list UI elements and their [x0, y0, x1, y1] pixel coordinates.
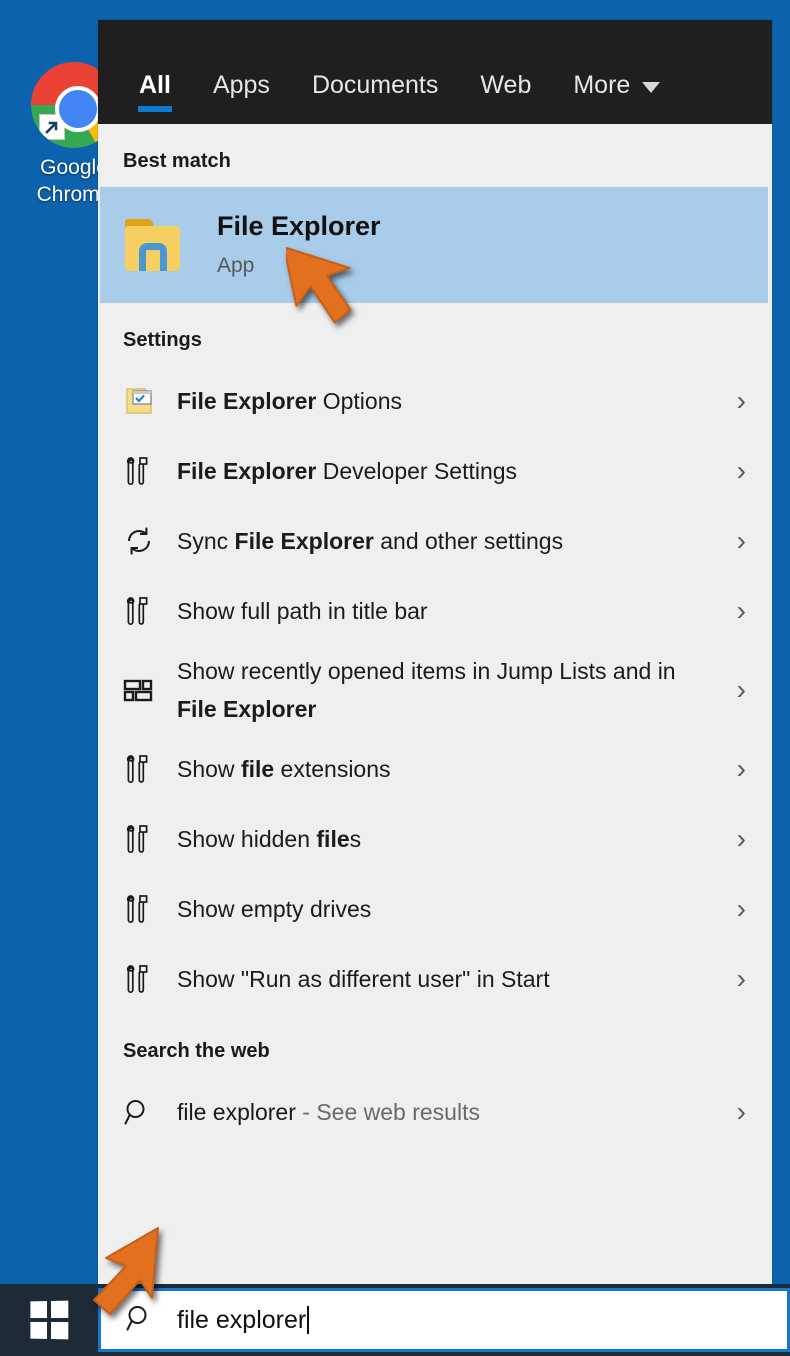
tools-icon — [123, 823, 163, 855]
section-header-settings: Settings — [123, 329, 202, 351]
tools-icon — [123, 893, 163, 925]
result-label-rest: Options — [316, 388, 402, 414]
best-match-title: File Explorer — [217, 211, 381, 242]
result-sync-file-explorer-settings[interactable]: Sync File Explorer and other settings › — [98, 506, 772, 576]
result-label-bold: File Explorer — [234, 528, 374, 554]
file-explorer-options-icon — [123, 385, 163, 417]
start-search-panel: All Apps Documents Web More Best match F… — [98, 20, 772, 1289]
result-label-query: file explorer — [177, 1099, 296, 1125]
result-label: Show recently opened items in Jump Lists… — [163, 652, 722, 728]
result-show-empty-drives[interactable]: Show empty drives › — [98, 874, 772, 944]
chevron-right-icon[interactable]: › — [722, 527, 746, 555]
taskbar: file explorer — [0, 1284, 790, 1356]
tab-apps-label: Apps — [212, 71, 270, 99]
best-match-text: File Explorer App — [217, 211, 381, 278]
chevron-right-icon[interactable]: › — [722, 755, 746, 783]
tab-web[interactable]: Web — [459, 73, 552, 124]
chevron-right-icon[interactable]: › — [722, 597, 746, 625]
result-label-pre: Sync — [177, 528, 235, 554]
windows-logo-icon — [30, 1300, 69, 1340]
start-button[interactable] — [0, 1284, 98, 1356]
result-label-pre: Show recently opened items in Jump Lists… — [177, 658, 676, 684]
result-search-the-web-file-explorer[interactable]: file explorer - See web results › — [98, 1077, 772, 1147]
result-label-pre: Show full path in title bar — [177, 598, 428, 624]
result-file-explorer-options[interactable]: File Explorer Options › — [98, 366, 772, 436]
result-show-recently-opened-items[interactable]: Show recently opened items in Jump Lists… — [98, 646, 772, 734]
chevron-down-icon — [642, 81, 661, 93]
file-explorer-folder-icon — [123, 219, 185, 271]
chevron-right-icon[interactable]: › — [722, 965, 746, 993]
tab-web-label: Web — [480, 71, 532, 99]
tab-more-label: More — [573, 71, 631, 99]
chevron-right-icon[interactable]: › — [722, 387, 746, 415]
taskbar-search-value-wrap: file explorer — [177, 1305, 310, 1335]
result-best-match-file-explorer[interactable]: File Explorer App — [100, 187, 768, 303]
chevron-right-icon[interactable]: › — [722, 457, 746, 485]
result-label: Show hidden files — [163, 820, 722, 858]
best-match-subtitle: App — [217, 253, 255, 277]
result-label-rest: s — [349, 826, 362, 852]
taskbar-search-input[interactable]: file explorer — [98, 1288, 790, 1352]
result-label-bold: File Explorer — [177, 458, 317, 484]
result-label-bold: file — [240, 756, 275, 782]
chevron-right-icon[interactable]: › — [722, 895, 746, 923]
tools-icon — [123, 753, 163, 785]
sync-icon — [123, 525, 163, 557]
search-icon — [123, 1097, 163, 1127]
result-show-full-path-in-title-bar[interactable]: Show full path in title bar › — [98, 576, 772, 646]
result-label-muted: - See web results — [295, 1099, 480, 1125]
result-label: File Explorer Options — [163, 382, 722, 420]
jump-list-icon — [123, 675, 163, 705]
tools-icon — [123, 595, 163, 627]
section-header-best-match: Best match — [123, 150, 231, 172]
result-label-bold: File Explorer — [177, 388, 317, 414]
result-label: Show full path in title bar — [163, 592, 722, 630]
chevron-right-icon[interactable]: › — [722, 1098, 746, 1126]
search-filter-tabs: All Apps Documents Web More — [98, 20, 772, 124]
chevron-right-icon[interactable]: › — [722, 825, 746, 853]
shortcut-arrow-icon — [39, 114, 65, 140]
result-show-file-extensions[interactable]: Show file extensions › — [98, 734, 772, 804]
result-label: File Explorer Developer Settings — [163, 452, 722, 490]
result-label: Sync File Explorer and other settings — [163, 522, 722, 560]
tab-all[interactable]: All — [118, 73, 192, 124]
result-label: Show file extensions — [163, 750, 722, 788]
chevron-right-icon[interactable]: › — [722, 676, 746, 704]
section-header-search-the-web: Search the web — [123, 1040, 270, 1062]
search-results: Best match File Explorer App Settings Fi… — [98, 124, 772, 1289]
result-show-run-as-different-user[interactable]: Show "Run as different user" in Start › — [98, 944, 772, 1014]
result-label: Show "Run as different user" in Start — [163, 960, 722, 998]
taskbar-search-value: file explorer — [177, 1305, 307, 1334]
tools-icon — [123, 963, 163, 995]
tab-documents-label: Documents — [311, 71, 439, 99]
search-icon — [125, 1303, 155, 1338]
result-label: Show empty drives — [163, 890, 722, 928]
result-label-rest: Developer Settings — [316, 458, 518, 484]
tab-all-label: All — [139, 71, 171, 99]
result-label-bold: File Explorer — [177, 696, 317, 722]
result-label-pre: Show empty drives — [177, 896, 372, 922]
result-label-bold: file — [316, 826, 350, 852]
tab-more[interactable]: More — [552, 73, 681, 124]
result-label-pre: Show "Run as different user" in Start — [177, 966, 550, 992]
result-label-pre: Show — [177, 756, 241, 782]
tab-apps[interactable]: Apps — [192, 73, 291, 124]
tab-documents[interactable]: Documents — [291, 73, 459, 124]
result-file-explorer-developer-settings[interactable]: File Explorer Developer Settings › — [98, 436, 772, 506]
result-label: file explorer - See web results — [163, 1093, 722, 1131]
result-show-hidden-files[interactable]: Show hidden files › — [98, 804, 772, 874]
result-label-pre: Show hidden — [177, 826, 317, 852]
tools-icon — [123, 455, 163, 487]
result-label-rest: and other settings — [373, 528, 564, 554]
screen: Google Chrome All Apps Documents Web Mor… — [0, 0, 790, 1356]
result-label-rest: extensions — [274, 756, 391, 782]
text-cursor — [307, 1305, 310, 1334]
